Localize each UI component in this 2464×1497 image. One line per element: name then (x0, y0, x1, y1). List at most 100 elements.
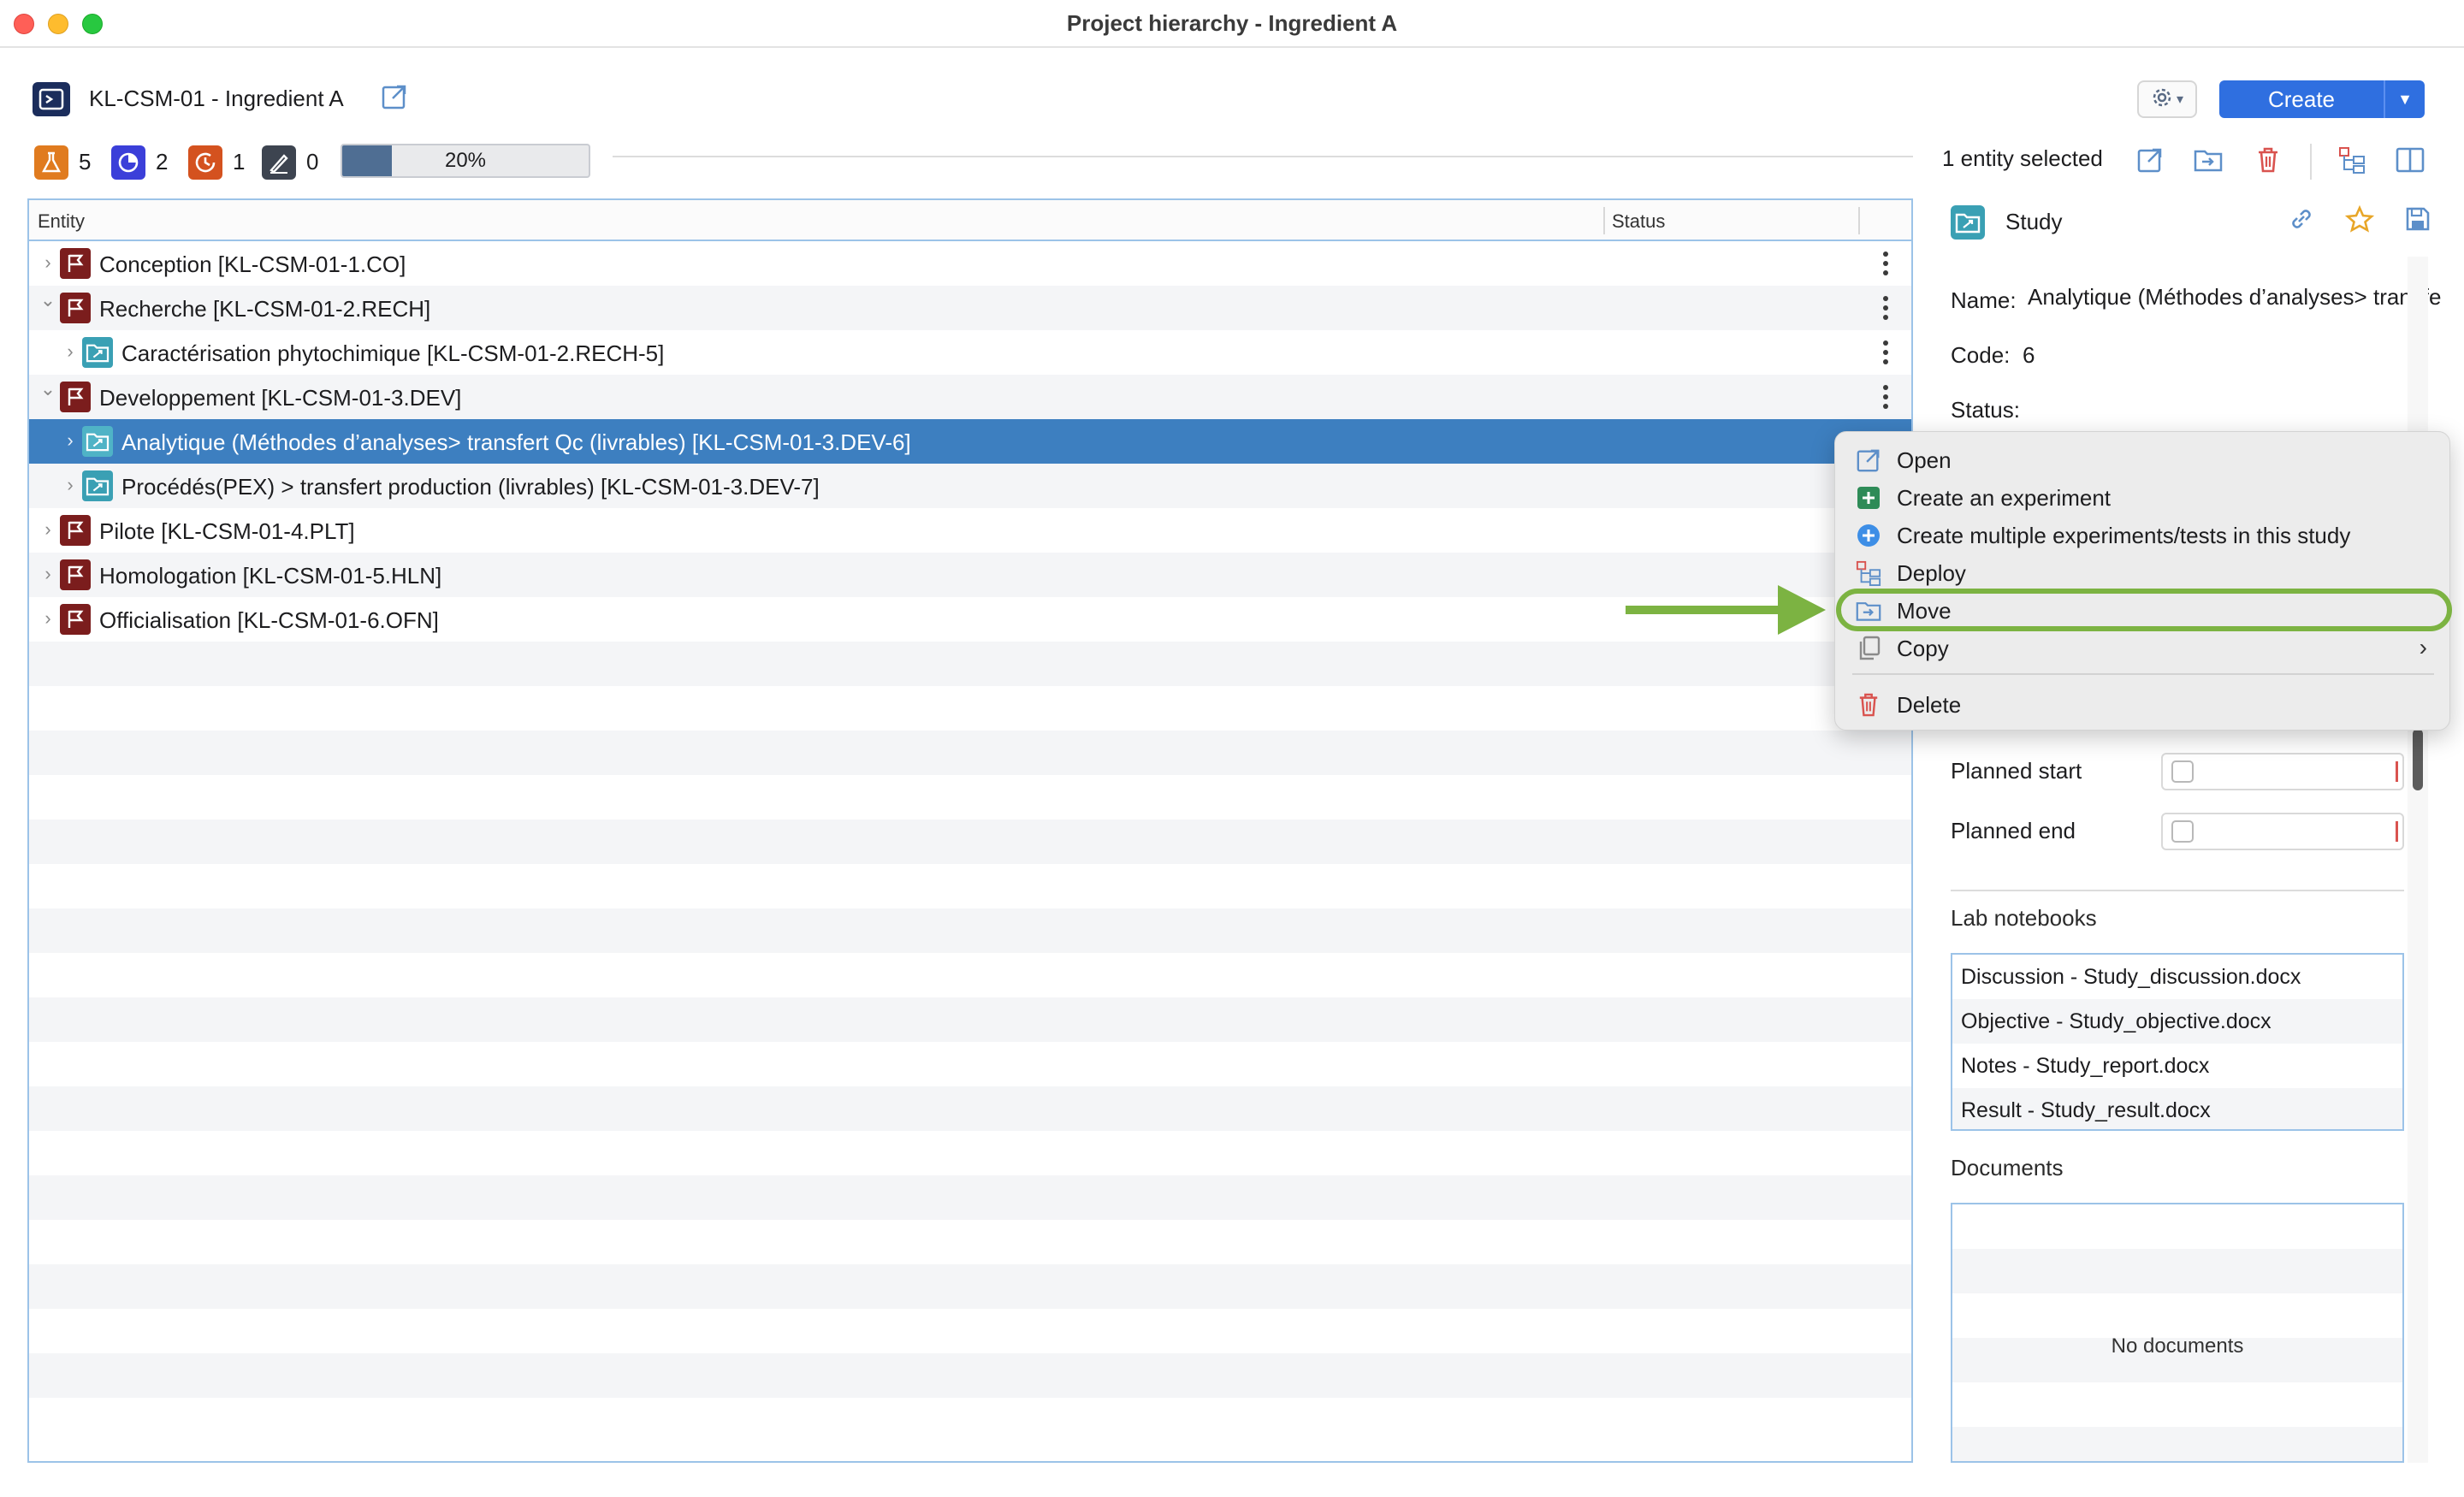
annotation-arrow-shaft (1626, 606, 1788, 614)
name-value[interactable]: Analytique (Méthodes d’analyses> transfe (2028, 284, 2464, 311)
table-row[interactable]: › Homologation [KL-CSM-01-5.HLN] (29, 553, 1911, 597)
entity-label: Homologation [KL-CSM-01-5.HLN] (99, 563, 442, 589)
row-menu-icon[interactable] (1877, 250, 1894, 277)
chevron-right-icon[interactable]: › (39, 518, 56, 541)
chevron-right-icon[interactable]: › (39, 563, 56, 585)
study-icon (82, 337, 113, 368)
table-row[interactable]: › Officialisation [KL-CSM-01-6.OFN] (29, 597, 1911, 642)
table-row[interactable]: › Procédés(PEX) > transfert production (l… (29, 464, 1911, 508)
study-icon (82, 470, 113, 501)
list-item[interactable]: Notes - Study_report.docx (1952, 1044, 2402, 1088)
table-row[interactable] (29, 953, 1911, 997)
row-menu-icon[interactable] (1877, 339, 1894, 366)
list-item[interactable]: Result - Study_result.docx (1952, 1088, 2402, 1129)
planned-start-field[interactable] (2161, 753, 2404, 790)
flag-icon (60, 559, 91, 590)
column-divider[interactable] (1858, 207, 1860, 234)
toggle-details-panel-button[interactable] (2392, 144, 2428, 180)
save-button[interactable] (2399, 202, 2437, 240)
chevron-right-icon[interactable]: › (62, 474, 79, 496)
open-project-button[interactable] (378, 82, 411, 115)
move-selected-button[interactable] (2190, 144, 2226, 180)
menu-item-deploy[interactable]: Deploy (1835, 553, 2449, 591)
table-row[interactable] (29, 1264, 1911, 1309)
table-row[interactable]: › Pilote [KL-CSM-01-4.PLT] (29, 508, 1911, 553)
table-row[interactable] (29, 997, 1911, 1042)
copy-link-button[interactable] (2283, 202, 2320, 240)
create-dropdown-arrow-icon[interactable]: ▼ (2385, 91, 2425, 109)
table-row[interactable] (29, 908, 1911, 953)
chevron-down-icon[interactable]: ⌄ (39, 289, 56, 311)
entity-tree-table: Entity Status › Conception [KL-CSM-01-1.C… (27, 198, 1913, 1463)
pending-clock-icon (111, 145, 145, 180)
row-menu-icon[interactable] (1877, 383, 1894, 411)
flag-icon (60, 604, 91, 635)
table-row[interactable] (29, 1220, 1911, 1264)
column-header-entity[interactable]: Entity (38, 210, 85, 233)
table-row[interactable] (29, 642, 1911, 686)
delete-selected-button[interactable] (2250, 144, 2286, 180)
table-row[interactable] (29, 1086, 1911, 1131)
chevron-right-icon: › (2419, 634, 2427, 660)
table-row[interactable]: ⌄ Developpement [KL-CSM-01-3.DEV] (29, 375, 1911, 419)
table-row[interactable] (29, 1353, 1911, 1398)
table-row[interactable] (29, 1309, 1911, 1353)
table-row[interactable] (29, 1175, 1911, 1220)
no-documents-message: No documents (2111, 1334, 2244, 1358)
calendar-icon[interactable] (2396, 761, 2404, 782)
save-icon (2405, 206, 2431, 236)
chevron-down-icon[interactable]: ⌄ (39, 378, 56, 400)
chevron-right-icon[interactable]: › (39, 251, 56, 274)
menu-item-open[interactable]: Open (1835, 441, 2449, 478)
planned-end-checkbox[interactable] (2171, 820, 2194, 843)
documents-list[interactable]: No documents (1951, 1203, 2404, 1463)
open-selected-button[interactable] (2132, 144, 2168, 180)
table-row[interactable]: › Caractérisation phytochimique [KL-CSM-0… (29, 330, 1911, 375)
menu-item-copy[interactable]: Copy › (1835, 629, 2449, 666)
menu-item-delete[interactable]: Delete (1835, 685, 2449, 723)
link-icon (2289, 206, 2314, 236)
column-header-status[interactable]: Status (1612, 210, 1665, 233)
list-stripe (1952, 1427, 2402, 1461)
details-scrollbar-thumb[interactable] (2413, 729, 2423, 790)
list-item[interactable]: Discussion - Study_discussion.docx (1952, 955, 2402, 999)
chevron-right-icon[interactable]: › (62, 340, 79, 363)
favorite-button[interactable] (2341, 202, 2378, 240)
table-row[interactable]: ⌄ Recherche [KL-CSM-01-2.RECH] (29, 286, 1911, 330)
chevron-down-icon: ▾ (2176, 92, 2184, 107)
table-row[interactable]: › Analytique (Méthodes d’analyses> transf… (29, 419, 1911, 464)
table-row[interactable] (29, 1131, 1911, 1175)
table-row[interactable] (29, 1398, 1911, 1442)
deploy-selected-button[interactable] (2334, 144, 2370, 180)
entity-label: Developpement [KL-CSM-01-3.DEV] (99, 385, 462, 411)
calendar-icon[interactable] (2396, 821, 2404, 842)
chevron-right-icon[interactable]: › (62, 429, 79, 452)
context-menu: Open Create an experiment Create multipl… (1834, 431, 2450, 731)
table-row[interactable]: › Conception [KL-CSM-01-1.CO] (29, 241, 1911, 286)
settings-dropdown-button[interactable]: ▾ (2137, 80, 2197, 118)
table-row[interactable] (29, 1042, 1911, 1086)
copy-icon (1856, 636, 1881, 661)
planned-start-checkbox[interactable] (2171, 760, 2194, 783)
chevron-right-icon[interactable]: › (39, 607, 56, 630)
star-icon (2344, 204, 2375, 237)
lab-notebooks-list: Discussion - Study_discussion.docx Objec… (1951, 953, 2404, 1131)
table-row[interactable] (29, 775, 1911, 820)
menu-item-label: Open (1897, 447, 1952, 473)
progress-label: 20% (444, 149, 487, 172)
table-row[interactable] (29, 731, 1911, 775)
column-divider[interactable] (1603, 207, 1605, 234)
table-row[interactable] (29, 820, 1911, 864)
planned-end-label: Planned end (1951, 818, 2076, 843)
header-divider (613, 156, 1913, 157)
menu-item-create-multiple[interactable]: Create multiple experiments/tests in thi… (1835, 516, 2449, 553)
study-icon (1951, 205, 1985, 240)
table-row[interactable] (29, 686, 1911, 731)
menu-item-create-experiment[interactable]: Create an experiment (1835, 478, 2449, 516)
planned-end-field[interactable] (2161, 813, 2404, 850)
list-item[interactable]: Objective - Study_objective.docx (1952, 999, 2402, 1044)
create-button[interactable]: Create ▼ (2219, 80, 2425, 118)
row-menu-icon[interactable] (1877, 294, 1894, 322)
menu-item-label: Copy (1897, 636, 1949, 661)
table-row[interactable] (29, 864, 1911, 908)
